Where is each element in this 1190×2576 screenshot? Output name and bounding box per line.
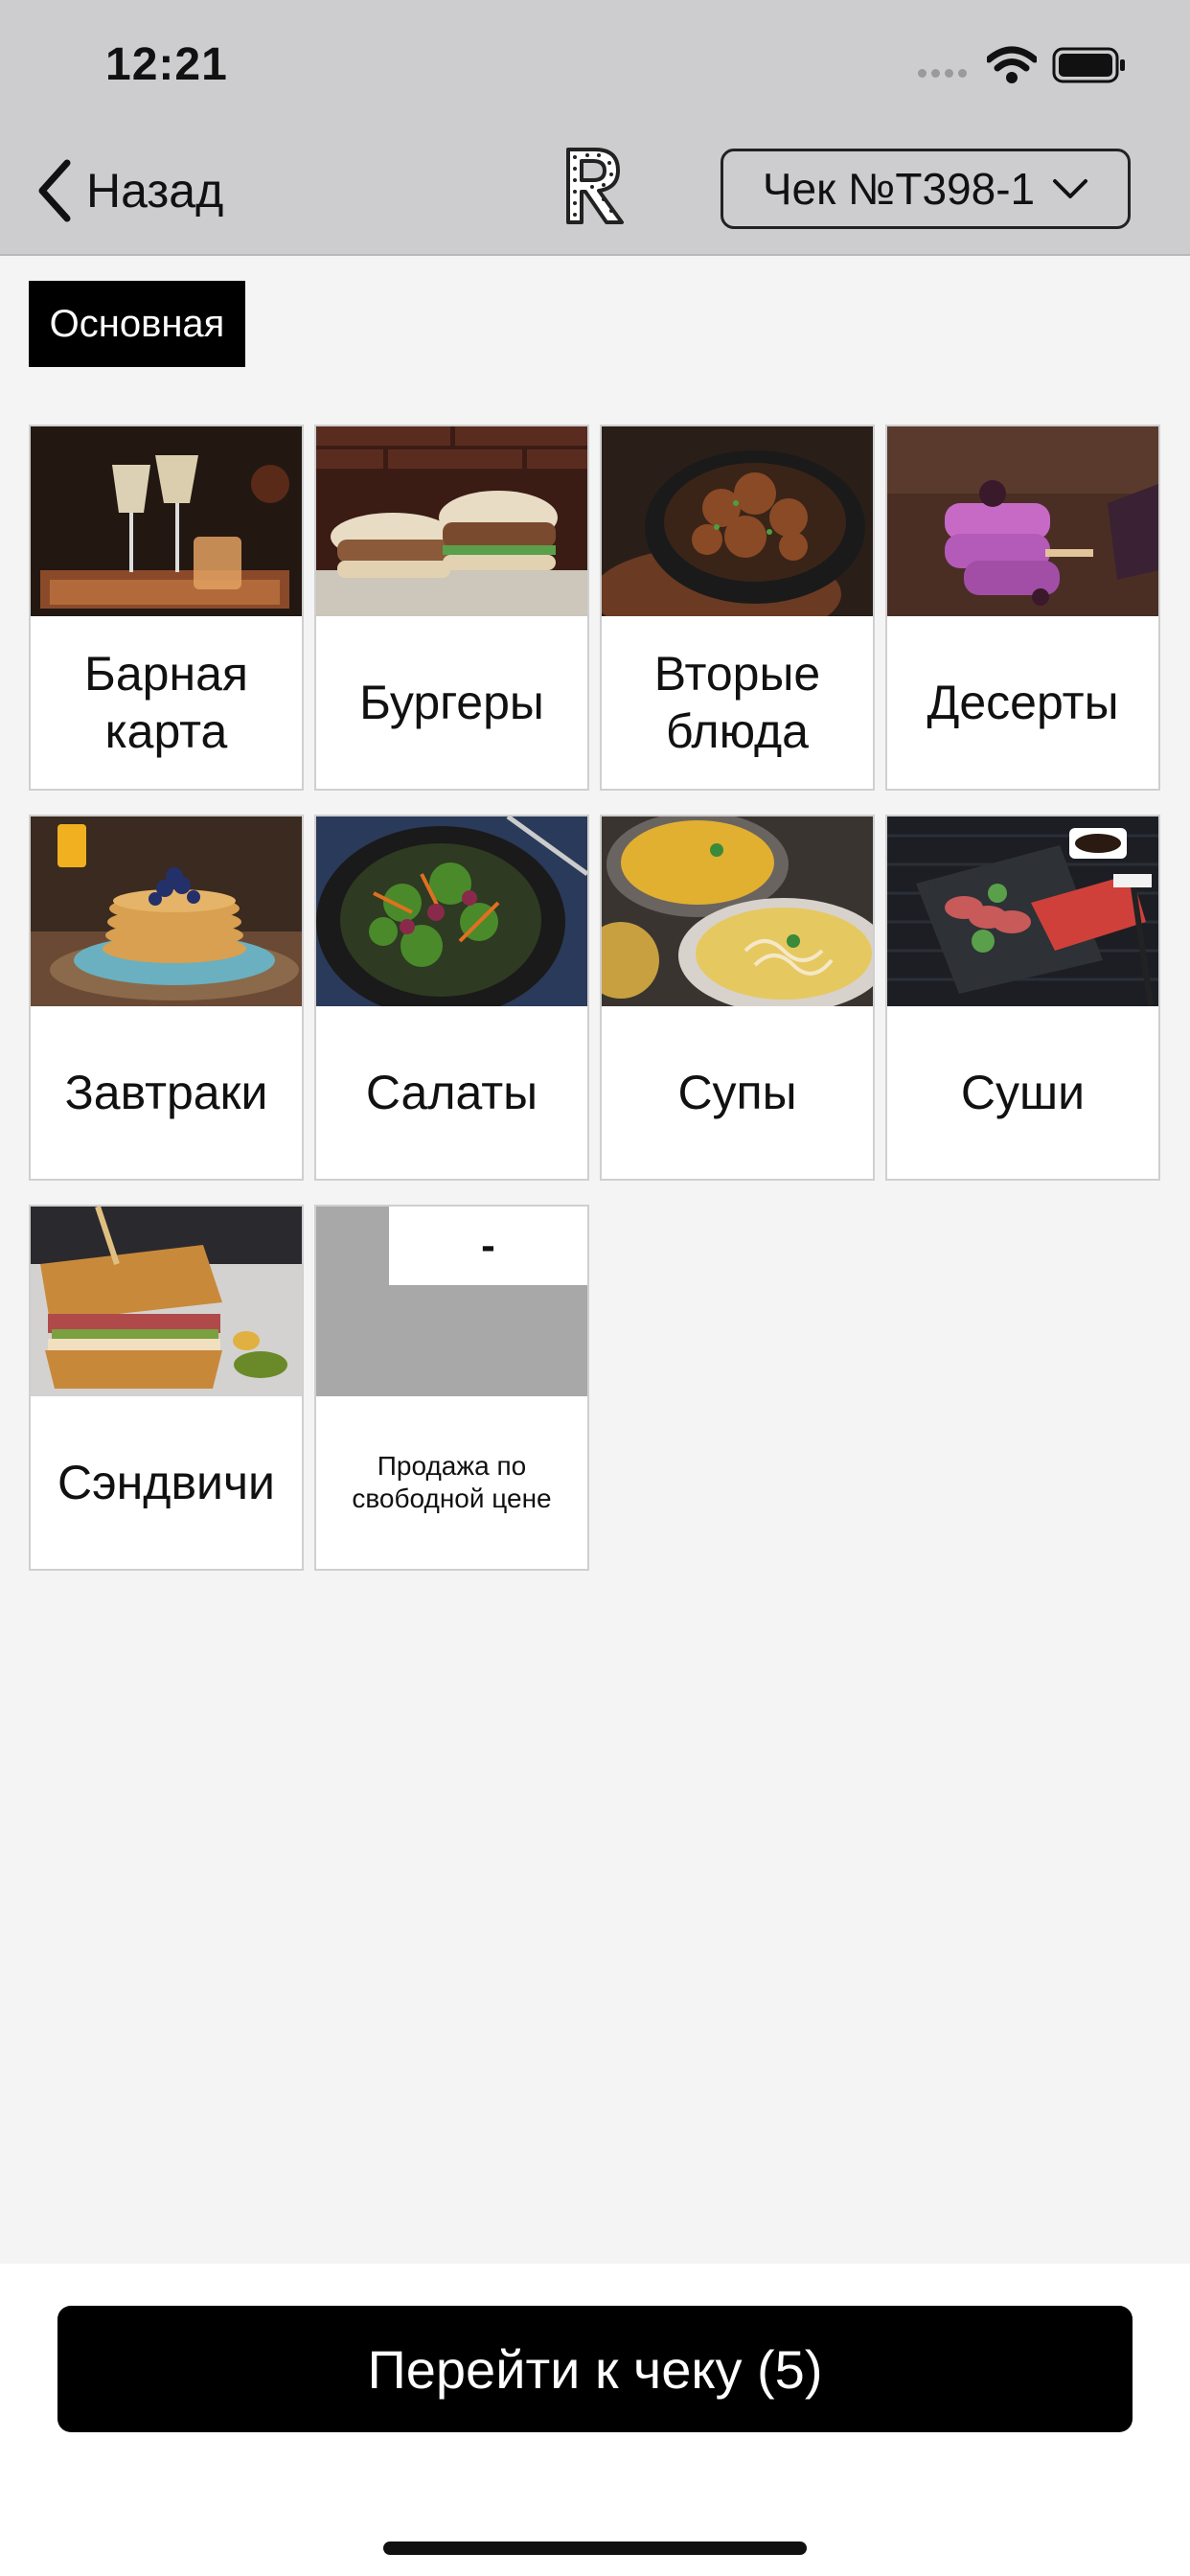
sushi-photo xyxy=(887,816,1158,1006)
category-name: Супы xyxy=(677,1066,797,1119)
category-name: Продажа по свободной цене xyxy=(352,1451,552,1513)
burgers-photo xyxy=(316,426,587,616)
category-card[interactable]: Завтраки xyxy=(29,815,304,1181)
category-card[interactable]: Салаты xyxy=(314,815,589,1181)
check-selector[interactable]: Чек №T398-1 xyxy=(721,149,1131,229)
cocktails-photo xyxy=(31,426,302,616)
chevron-left-icon xyxy=(38,159,71,222)
back-button[interactable]: Назад xyxy=(34,157,223,224)
category-name: Сэндвичи xyxy=(57,1456,275,1509)
bottom-bar: Перейти к чеку (5) xyxy=(0,2264,1190,2576)
screen: 12:21 Назад Чек №T398-1 Основная Барная … xyxy=(0,0,1190,2576)
sandwich-photo xyxy=(31,1207,302,1396)
back-label: Назад xyxy=(86,164,224,218)
category-name: Барная карта xyxy=(84,647,248,758)
battery-icon xyxy=(1052,47,1125,83)
category-card[interactable]: Вторые блюда xyxy=(600,425,875,791)
go-to-check-button[interactable]: Перейти к чеку (5) xyxy=(57,2306,1133,2432)
category-card[interactable]: - Продажа по свободной цене xyxy=(314,1205,589,1571)
category-name: Суши xyxy=(960,1066,1086,1119)
category-name: Бургеры xyxy=(359,676,544,729)
top-bar: 12:21 Назад Чек №T398-1 xyxy=(0,0,1190,256)
category-card[interactable]: Барная карта xyxy=(29,425,304,791)
status-time: 12:21 xyxy=(105,39,228,90)
category-name: Салаты xyxy=(365,1066,538,1119)
category-card[interactable]: Бургеры xyxy=(314,425,589,791)
category-card[interactable]: Сэндвичи xyxy=(29,1205,304,1571)
salad-photo xyxy=(316,816,587,1006)
soup-photo xyxy=(602,816,873,1006)
category-card[interactable]: Десерты xyxy=(885,425,1160,791)
pancakes-photo xyxy=(31,816,302,1006)
category-name: Завтраки xyxy=(64,1066,268,1119)
category-card[interactable]: Суши xyxy=(885,815,1160,1181)
desserts-photo xyxy=(887,426,1158,616)
category-card[interactable]: Супы xyxy=(600,815,875,1181)
check-selector-label: Чек №T398-1 xyxy=(762,164,1036,214)
main-dish-photo xyxy=(602,426,873,616)
home-indicator[interactable] xyxy=(383,2542,807,2555)
price-placeholder: - xyxy=(389,1207,587,1285)
cellular-signal-icon xyxy=(918,69,967,78)
category-name: Десерты xyxy=(927,676,1119,729)
wifi-icon xyxy=(987,46,1037,83)
category-name: Вторые блюда xyxy=(653,647,821,758)
app-logo-icon xyxy=(566,148,624,224)
placeholder-image: - xyxy=(316,1207,587,1396)
tab-main[interactable]: Основная xyxy=(29,281,245,367)
chevron-down-icon xyxy=(1053,179,1088,198)
